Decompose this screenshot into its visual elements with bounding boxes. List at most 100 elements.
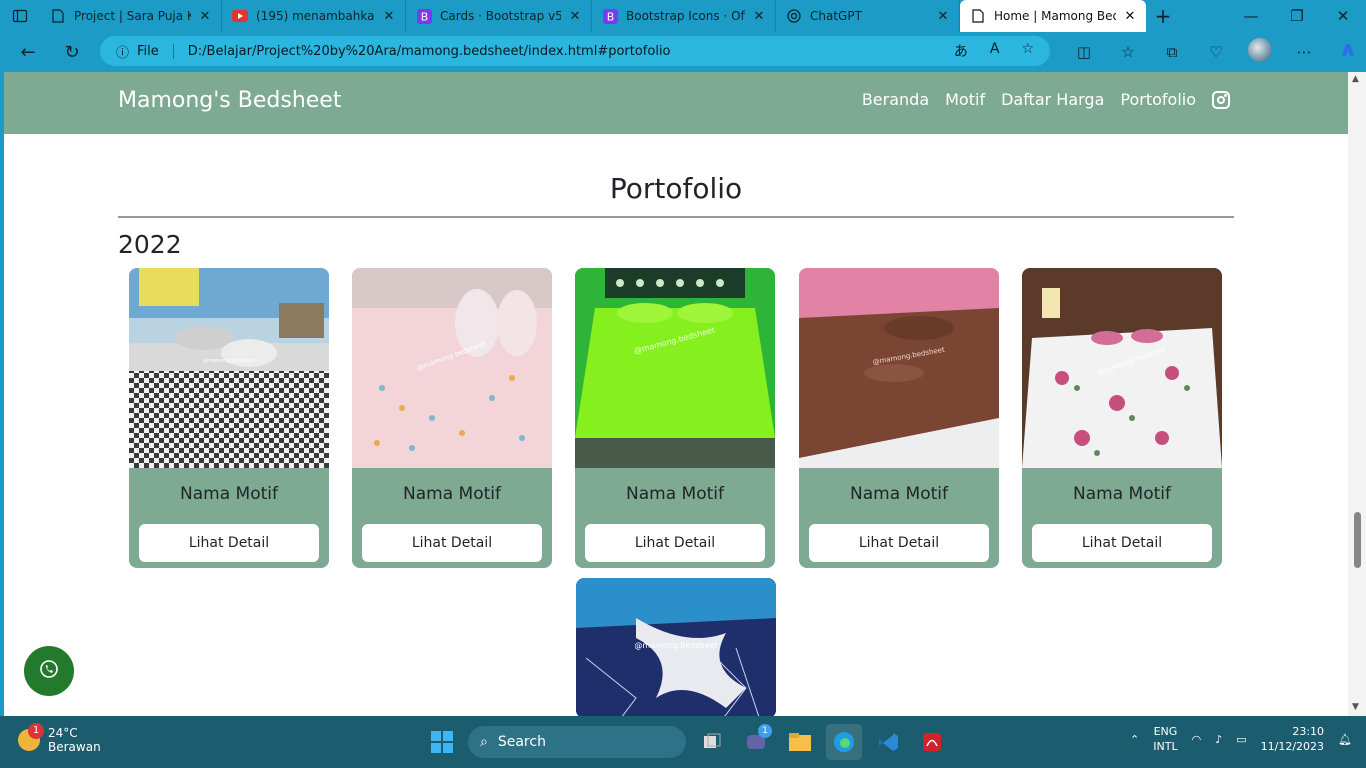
section-divider — [118, 216, 1234, 218]
edge-browser-icon[interactable] — [826, 724, 862, 760]
youtube-icon — [232, 8, 248, 24]
close-tab-icon[interactable]: ✕ — [567, 9, 583, 24]
bedsheet-photo[interactable]: @mamong.bedsheet — [575, 268, 775, 468]
favorites-icon[interactable]: ☆ — [1106, 43, 1150, 61]
bedsheet-photo[interactable]: @mamong.bedsheet — [352, 268, 552, 468]
browser-tab-active[interactable]: Home | Mamong Beds ✕ — [960, 0, 1146, 32]
protocol-label: File — [137, 43, 174, 59]
portfolio-card: @mamong.bedsheet Nama Motif Lihat Detail — [1022, 268, 1222, 568]
search-label: Search — [497, 734, 546, 750]
vscode-icon[interactable] — [870, 724, 906, 760]
bedsheet-photo[interactable]: @mamong.bedsheet — [1022, 268, 1222, 468]
copilot-icon[interactable] — [1326, 40, 1366, 64]
portfolio-card: @mamong.bedsheet Nama Motif Lihat Detail — [352, 268, 552, 568]
file-explorer-icon[interactable] — [782, 724, 818, 760]
portfolio-card: @mamong.bedsheet Nama Motif Lihat Detail — [799, 268, 999, 568]
lihat-detail-button[interactable]: Lihat Detail — [139, 524, 319, 562]
chevron-up-icon[interactable]: ⌃ — [1130, 733, 1139, 746]
scrollbar-thumb[interactable] — [1354, 512, 1361, 568]
nav-link-motif[interactable]: Motif — [945, 90, 985, 109]
browser-tab[interactable]: ChatGPT ✕ — [776, 0, 960, 32]
lang-top: ENG — [1153, 725, 1178, 738]
language-indicator[interactable]: ENG INTL — [1153, 724, 1177, 754]
more-menu-icon[interactable]: ⋯ — [1282, 43, 1326, 61]
taskbar-apps: ⌕ Search 1 — [424, 724, 950, 760]
tab-actions-button[interactable] — [0, 0, 40, 32]
health-icon[interactable]: ♡ — [1194, 43, 1238, 61]
svg-text:B: B — [606, 10, 614, 23]
close-tab-icon[interactable]: ✕ — [381, 9, 397, 24]
favorite-star-icon[interactable]: ☆ — [1021, 41, 1034, 61]
card-title: Nama Motif — [1073, 484, 1171, 504]
volume-icon[interactable]: ♪ — [1215, 733, 1222, 746]
browser-tab[interactable]: B Cards · Bootstrap v5.3 ✕ — [406, 0, 592, 32]
teams-badge: 1 — [758, 724, 772, 738]
task-view-icon[interactable] — [694, 724, 730, 760]
taskbar-search[interactable]: ⌕ Search — [468, 726, 686, 758]
address-bar[interactable]: ⓘ File D:/Belajar/Project%20by%20Ara/mam… — [100, 36, 1050, 66]
translate-icon[interactable]: あ — [954, 41, 968, 61]
bedsheet-photo[interactable]: @mamong.bedsheet — [576, 578, 776, 716]
battery-icon[interactable]: ▭ — [1236, 733, 1246, 746]
lihat-detail-button[interactable]: Lihat Detail — [809, 524, 989, 562]
browser-tab[interactable]: B Bootstrap Icons · Offici ✕ — [592, 0, 776, 32]
bedsheet-photo[interactable]: @mamong.bedsheet — [129, 268, 329, 468]
weather-icon: 1 — [18, 723, 44, 751]
minimize-icon[interactable]: — — [1228, 7, 1274, 25]
chatgpt-icon — [786, 8, 802, 24]
teams-chat-icon[interactable]: 1 — [738, 724, 774, 760]
scroll-up-icon[interactable]: ▲ — [1352, 74, 1359, 84]
split-screen-icon[interactable]: ◫ — [1062, 43, 1106, 61]
nav-link-beranda[interactable]: Beranda — [862, 90, 929, 109]
weather-widget[interactable]: 1 24°C Berawan — [18, 723, 101, 754]
wifi-icon[interactable]: ◠ — [1192, 733, 1202, 746]
card-title: Nama Motif — [180, 484, 278, 504]
site-navbar: Mamong's Bedsheet Beranda Motif Daftar H… — [4, 72, 1348, 134]
new-tab-button[interactable]: + — [1146, 4, 1180, 28]
close-tab-icon[interactable]: ✕ — [197, 9, 213, 24]
card-title: Nama Motif — [626, 484, 724, 504]
browser-tab[interactable]: (195) menambahkan b ✕ — [222, 0, 406, 32]
portfolio-card: @mamong.bedsheet Nama Motif Lihat Detail — [129, 268, 329, 568]
bedsheet-photo[interactable]: @mamong.bedsheet — [799, 268, 999, 468]
profile-avatar[interactable] — [1238, 38, 1282, 66]
site-brand[interactable]: Mamong's Bedsheet — [118, 88, 341, 113]
svg-text:B: B — [420, 10, 428, 23]
weather-desc: Berawan — [48, 740, 101, 754]
collections-icon[interactable]: ⧉ — [1150, 43, 1194, 61]
whatsapp-float-button[interactable] — [24, 646, 74, 696]
browser-toolbar: ← ↻ ⓘ File D:/Belajar/Project%20by%20Ara… — [0, 32, 1366, 72]
site-menu: Beranda Motif Daftar Harga Portofolio — [862, 90, 1230, 109]
lihat-detail-button[interactable]: Lihat Detail — [1032, 524, 1212, 562]
nav-link-portofolio[interactable]: Portofolio — [1120, 90, 1196, 109]
back-arrow-icon[interactable]: ← — [6, 42, 50, 63]
read-aloud-icon[interactable]: A — [990, 41, 1000, 61]
refresh-icon[interactable]: ↻ — [50, 42, 94, 63]
instagram-icon[interactable] — [1212, 90, 1230, 109]
photo-watermark: @mamong.bedsheet — [634, 641, 717, 650]
photo-watermark: @mamong.bedsheet — [203, 358, 255, 364]
nav-link-daftar-harga[interactable]: Daftar Harga — [1001, 90, 1104, 109]
url-text[interactable]: D:/Belajar/Project%20by%20Ara/mamong.bed… — [188, 44, 671, 59]
portfolio-card: @mamong.bedsheet — [576, 578, 776, 716]
close-tab-icon[interactable]: ✕ — [751, 9, 767, 24]
browser-tab[interactable]: Project | Sara Puja Kesu ✕ — [40, 0, 222, 32]
lang-bottom: INTL — [1153, 740, 1178, 753]
info-icon[interactable]: ⓘ — [116, 42, 129, 61]
lihat-detail-button[interactable]: Lihat Detail — [362, 524, 542, 562]
close-tab-icon[interactable]: ✕ — [1122, 9, 1138, 24]
lihat-detail-button[interactable]: Lihat Detail — [585, 524, 765, 562]
tab-title: ChatGPT — [810, 9, 862, 23]
close-window-icon[interactable]: ✕ — [1320, 7, 1366, 25]
scroll-down-icon[interactable]: ▼ — [1352, 702, 1359, 712]
close-tab-icon[interactable]: ✕ — [935, 9, 951, 24]
notification-bell-icon[interactable]: 🔔︎ — [1338, 733, 1352, 746]
page-scrollbar[interactable]: ▲ ▼ — [1348, 72, 1366, 716]
portfolio-card: @mamong.bedsheet Nama Motif Lihat Detail — [575, 268, 775, 568]
restore-icon[interactable]: ❐ — [1274, 7, 1320, 25]
pdf-reader-icon[interactable] — [914, 724, 950, 760]
clock[interactable]: 23:10 11/12/2023 — [1261, 724, 1324, 754]
tab-title: Project | Sara Puja Kesu — [74, 9, 191, 23]
start-button[interactable] — [424, 724, 460, 760]
tab-title: (195) menambahkan b — [256, 9, 375, 23]
